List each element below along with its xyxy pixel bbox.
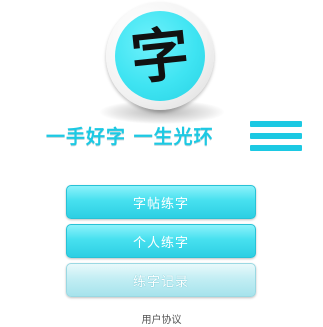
practice-record-button[interactable]: 练字记录 — [66, 263, 256, 297]
app-logo: 字 — [106, 2, 214, 110]
slogan-text: 一手好字 一生光环 — [46, 126, 214, 148]
logo-badge: 字 — [115, 11, 205, 101]
copybook-practice-button[interactable]: 字帖练字 — [66, 185, 256, 219]
logo-character: 字 — [127, 19, 193, 93]
hamburger-menu-icon[interactable] — [250, 121, 302, 151]
personal-practice-button[interactable]: 个人练字 — [66, 224, 256, 258]
user-agreement-link[interactable]: 用户协议 — [0, 311, 323, 326]
